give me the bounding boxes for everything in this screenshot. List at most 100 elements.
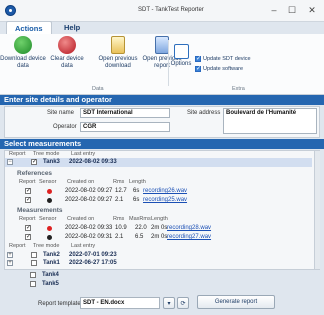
- meas-col-created: Created on: [67, 216, 95, 222]
- site-address-field[interactable]: Boulevard de l'Humanité: [223, 108, 317, 134]
- download-icon: [14, 36, 32, 54]
- site-details-panel: Site name SDT International Operator CGR…: [4, 106, 320, 138]
- open-previous-download-label: Open previous download: [98, 56, 138, 69]
- options-icon: [173, 44, 189, 59]
- ref-row-file-link[interactable]: recording26.wav: [143, 187, 187, 195]
- group-label-data: Data: [92, 86, 104, 92]
- update-software-checkbox[interactable]: [195, 65, 201, 72]
- browse-folder-icon[interactable]: ▾: [163, 297, 175, 309]
- measurements-section-header: Select measurements: [0, 139, 324, 149]
- ref-col-rms: Rms: [113, 179, 125, 185]
- sensor-black-icon: [47, 198, 52, 203]
- report-template-label: Report template: [38, 301, 81, 307]
- references-label: References: [17, 170, 53, 177]
- clear-icon: [58, 36, 76, 54]
- ref-row-length: 6s: [133, 197, 140, 203]
- update-sdt-device-check[interactable]: Update SDT device: [195, 55, 251, 62]
- window-title: SDT - TankTest Reporter: [138, 7, 204, 13]
- maximize-button[interactable]: ☐: [284, 4, 300, 16]
- tank4-checkbox[interactable]: [30, 272, 36, 278]
- tank2-name: Tank2: [43, 252, 60, 258]
- generate-report-button[interactable]: Generate report: [197, 295, 275, 309]
- update-device-label: Update SDT device: [203, 56, 251, 62]
- measurements-label: Measurements: [17, 207, 63, 214]
- ref-row-file-link[interactable]: recording25.wav: [143, 196, 187, 204]
- tank2-last-entry: 2022-07-01 09:23: [69, 252, 117, 258]
- site-section-header: Enter site details and operator: [0, 95, 324, 105]
- expand-toggle[interactable]: +: [7, 260, 13, 266]
- minimize-button[interactable]: –: [266, 4, 282, 16]
- report-icon: [155, 36, 169, 54]
- meas-row-length: 2m 0s: [151, 225, 168, 231]
- meas-row-file-link[interactable]: recording27.wav: [167, 233, 211, 241]
- site-name-field[interactable]: SDT International: [80, 108, 170, 118]
- measurements-panel: Report Tree mode Last entry − Tank3 2022…: [4, 150, 320, 270]
- app-logo-icon: [5, 5, 16, 16]
- meas-row-length: 2m 0s: [151, 234, 168, 240]
- ref-row-checkbox[interactable]: [25, 196, 31, 203]
- ref-row-rms: 12.7: [115, 188, 127, 194]
- ref-row-checkbox[interactable]: [25, 187, 31, 194]
- col-report: Report: [9, 243, 26, 249]
- folder-icon: [111, 36, 125, 54]
- col-tree-mode: Tree mode: [33, 151, 60, 157]
- expand-toggle[interactable]: +: [7, 252, 13, 258]
- tank5-checkbox[interactable]: [30, 281, 36, 287]
- tank2-checkbox[interactable]: [31, 252, 37, 258]
- sensor-black-icon: [47, 235, 52, 240]
- meas-row-checkbox[interactable]: [25, 224, 31, 231]
- clear-device-data-button[interactable]: Clear device data: [44, 36, 90, 70]
- app-window: SDT - TankTest Reporter – ☐ ✕ Actions He…: [0, 0, 324, 315]
- meas-row-file-link[interactable]: recording28.wav: [167, 224, 211, 232]
- update-software-check[interactable]: Update software: [195, 65, 244, 72]
- ribbon: Download device data Clear device data O…: [0, 34, 324, 95]
- refresh-icon[interactable]: ⟳: [177, 297, 189, 309]
- tank3-name: Tank3: [43, 159, 60, 165]
- download-device-data-label: Download device data: [0, 56, 46, 69]
- operator-field[interactable]: CGR: [80, 122, 170, 132]
- tab-help[interactable]: Help: [56, 21, 88, 35]
- operator-label: Operator: [53, 124, 77, 130]
- meas-row-created: 2022-08-02 09:31: [65, 234, 113, 240]
- update-device-checkbox[interactable]: [195, 55, 201, 62]
- meas-col-rms: Rms: [113, 216, 125, 222]
- report-template-field[interactable]: SDT - EN.docx: [80, 297, 160, 309]
- vertical-scrollbar[interactable]: [314, 151, 320, 269]
- col-last-entry: Last entry: [71, 151, 96, 157]
- ref-col-sensor: Sensor: [39, 179, 57, 185]
- expand-toggle[interactable]: −: [7, 159, 13, 165]
- group-label-extra: Extra: [232, 86, 245, 92]
- meas-row-maxrms: 6.5: [135, 234, 144, 240]
- meas-row-created: 2022-08-02 09:33: [65, 225, 113, 231]
- ref-col-created: Created on: [67, 179, 95, 185]
- options-label: Options: [170, 61, 192, 67]
- sensor-red-icon: [47, 189, 52, 194]
- meas-row-checkbox[interactable]: [25, 233, 31, 240]
- tank5-name: Tank5: [42, 281, 59, 287]
- ref-row-created: 2022-08-02 09:27: [65, 188, 113, 194]
- open-previous-download-button[interactable]: Open previous download: [92, 36, 144, 70]
- ref-row-rms: 2.1: [115, 197, 124, 203]
- col-tree-mode: Tree mode: [33, 243, 60, 249]
- options-button[interactable]: Options: [168, 44, 194, 68]
- meas-col-sensor: Sensor: [39, 216, 57, 222]
- ref-row-created: 2022-08-02 09:27: [65, 197, 113, 203]
- download-device-data-button[interactable]: Download device data: [0, 36, 46, 70]
- tank1-last-entry: 2022-06-27 17:05: [69, 260, 117, 266]
- tank4-name: Tank4: [42, 272, 59, 278]
- meas-col-report: Report: [19, 216, 36, 222]
- close-button[interactable]: ✕: [304, 4, 320, 16]
- tank3-checkbox[interactable]: [31, 158, 37, 165]
- clear-device-data-label: Clear device data: [50, 56, 84, 69]
- update-software-label: Update software: [203, 66, 244, 72]
- ref-row-length: 6s: [133, 188, 140, 194]
- meas-row-maxrms: 22.0: [135, 225, 147, 231]
- tank3-last-entry: 2022-08-02 09:33: [69, 159, 117, 165]
- tab-actions[interactable]: Actions: [6, 21, 52, 35]
- meas-col-maxrms: MaxRms: [129, 216, 151, 222]
- meas-col-length: Length: [151, 216, 168, 222]
- title-bar: SDT - TankTest Reporter – ☐ ✕: [0, 0, 324, 22]
- col-report: Report: [9, 151, 26, 157]
- tank1-checkbox[interactable]: [31, 260, 37, 266]
- site-name-label: Site name: [47, 110, 75, 116]
